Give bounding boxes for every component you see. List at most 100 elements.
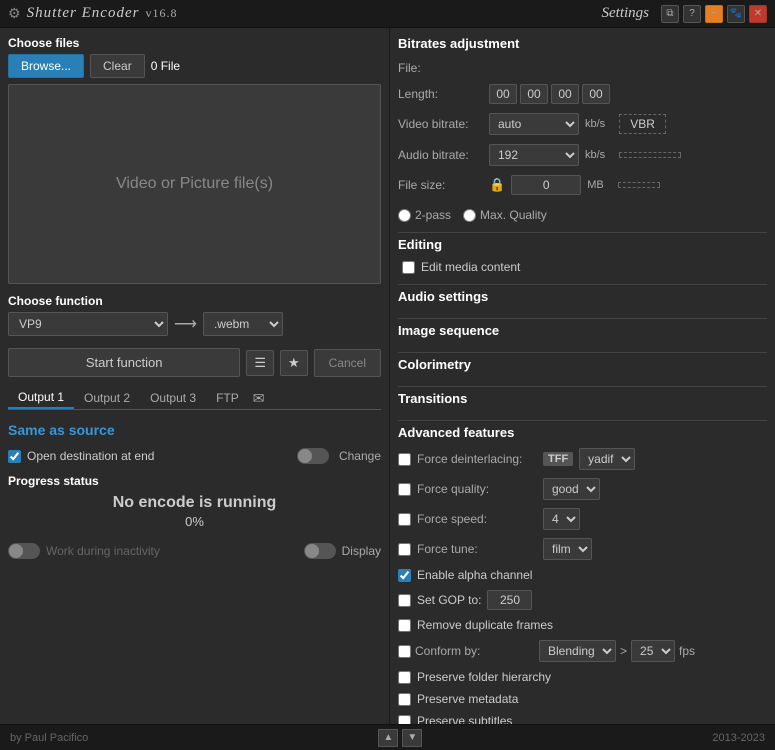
- remove-dup-label: Remove duplicate frames: [417, 618, 553, 632]
- force-deint-checkbox[interactable]: [398, 453, 411, 466]
- gop-input[interactable]: [487, 590, 532, 610]
- preview-area: Video or Picture file(s): [8, 84, 381, 284]
- display-toggle[interactable]: [304, 543, 336, 559]
- window-help-btn[interactable]: ?: [683, 5, 701, 23]
- video-bitrate-select[interactable]: auto: [489, 113, 579, 135]
- tune-select[interactable]: film: [543, 538, 592, 560]
- preserve-folder-checkbox[interactable]: [398, 671, 411, 684]
- file-size-row: File size: 🔒 MB: [398, 175, 767, 195]
- app-version: v16.8: [145, 6, 177, 21]
- choose-function-title: Choose function: [8, 294, 381, 308]
- work-toggle[interactable]: [8, 543, 40, 559]
- force-tune-row: Force tune: film: [398, 538, 767, 560]
- file-row: File:: [398, 61, 767, 75]
- window-close-btn[interactable]: ✕: [749, 5, 767, 23]
- arrow-icon: ⟶: [174, 314, 197, 334]
- yadif-select[interactable]: yadif: [579, 448, 635, 470]
- quality-select[interactable]: good: [543, 478, 600, 500]
- window-icon-btn[interactable]: 🐾: [727, 5, 745, 23]
- audio-bitrate-unit: kb/s: [585, 149, 605, 161]
- star-icon-button[interactable]: ★: [280, 350, 308, 376]
- enable-alpha-checkbox[interactable]: [398, 569, 411, 582]
- change-toggle[interactable]: [297, 448, 329, 464]
- edit-media-label: Edit media content: [421, 260, 520, 274]
- browse-button[interactable]: Browse...: [8, 54, 84, 78]
- preserve-folder-label: Preserve folder hierarchy: [417, 670, 551, 684]
- preserve-sub-checkbox[interactable]: [398, 715, 411, 725]
- menu-icon-button[interactable]: ☰: [246, 350, 274, 376]
- bitrates-title: Bitrates adjustment: [398, 36, 767, 51]
- max-quality-radio[interactable]: [463, 209, 476, 222]
- open-destination-checkbox[interactable]: [8, 450, 21, 463]
- force-speed-label: Force speed:: [417, 512, 537, 526]
- force-speed-checkbox[interactable]: [398, 513, 411, 526]
- clear-button[interactable]: Clear: [90, 54, 145, 78]
- two-pass-label[interactable]: 2-pass: [398, 208, 451, 222]
- set-gop-row: Set GOP to:: [398, 590, 767, 610]
- remove-dup-row: Remove duplicate frames: [398, 618, 767, 632]
- years-label: 2013-2023: [712, 732, 765, 744]
- force-tune-checkbox[interactable]: [398, 543, 411, 556]
- tab-output2[interactable]: Output 2: [74, 388, 140, 408]
- work-label: Work during inactivity: [46, 544, 160, 558]
- file-size-unit: MB: [587, 179, 604, 191]
- same-as-source[interactable]: Same as source: [8, 422, 381, 438]
- file-size-input[interactable]: [511, 175, 581, 195]
- set-gop-label: Set GOP to:: [417, 593, 481, 607]
- start-function-button[interactable]: Start function: [8, 348, 240, 377]
- nav-down-btn[interactable]: ▼: [402, 729, 422, 747]
- preserve-sub-row: Preserve subtitles: [398, 714, 767, 724]
- nav-up-btn[interactable]: ▲: [378, 729, 398, 747]
- preserve-meta-row: Preserve metadata: [398, 692, 767, 706]
- fps-select[interactable]: 25: [631, 640, 675, 662]
- lock-icon[interactable]: 🔒: [489, 177, 505, 193]
- function-select[interactable]: VP9: [8, 312, 168, 336]
- change-label: Change: [339, 449, 381, 463]
- audio-settings-title: Audio settings: [398, 284, 767, 304]
- tab-output3[interactable]: Output 3: [140, 388, 206, 408]
- two-pass-radio[interactable]: [398, 209, 411, 222]
- colorimetry-title: Colorimetry: [398, 352, 767, 372]
- length-label: Length:: [398, 87, 483, 101]
- cancel-button[interactable]: Cancel: [314, 349, 381, 377]
- file-label: File:: [398, 61, 483, 75]
- conform-label: Conform by:: [415, 644, 535, 658]
- no-encode-text: No encode is running: [8, 494, 381, 512]
- choose-files-title: Choose files: [8, 36, 381, 50]
- video-bitrate-unit: kb/s: [585, 118, 605, 130]
- preserve-meta-checkbox[interactable]: [398, 693, 411, 706]
- choose-files-section: Choose files Browse... Clear 0 File: [8, 36, 381, 78]
- audio-bitrate-select[interactable]: 192: [489, 144, 579, 166]
- email-icon[interactable]: ✉: [253, 390, 265, 407]
- settings-label: Settings: [602, 5, 650, 22]
- edit-media-checkbox[interactable]: [402, 261, 415, 274]
- advanced-title: Advanced features: [398, 420, 767, 440]
- tab-ftp[interactable]: FTP: [206, 388, 249, 408]
- force-deint-label: Force deinterlacing:: [417, 452, 537, 466]
- force-speed-row: Force speed: 4: [398, 508, 767, 530]
- blending-select[interactable]: Blending: [539, 640, 616, 662]
- force-quality-checkbox[interactable]: [398, 483, 411, 496]
- work-display-row: Work during inactivity Display: [8, 543, 381, 559]
- open-destination-label: Open destination at end: [27, 449, 154, 463]
- max-quality-label[interactable]: Max. Quality: [463, 208, 547, 222]
- time-sec[interactable]: [551, 84, 579, 104]
- vbr-label: VBR: [630, 117, 655, 131]
- time-hour[interactable]: [489, 84, 517, 104]
- time-min[interactable]: [520, 84, 548, 104]
- force-quality-label: Force quality:: [417, 482, 537, 496]
- speed-select[interactable]: 4: [543, 508, 580, 530]
- enable-alpha-row: Enable alpha channel: [398, 568, 767, 582]
- window-copy-btn[interactable]: ⧉: [661, 5, 679, 23]
- output-format-select[interactable]: .webm: [203, 312, 283, 336]
- window-minimize-btn[interactable]: −: [705, 5, 723, 23]
- file-count: 0 File: [151, 59, 180, 73]
- time-ms[interactable]: [582, 84, 610, 104]
- remove-dup-checkbox[interactable]: [398, 619, 411, 632]
- choose-function-section: Choose function VP9 ⟶ .webm: [8, 294, 381, 336]
- output-tabs: Output 1 Output 2 Output 3 FTP ✉: [8, 387, 381, 410]
- set-gop-checkbox[interactable]: [398, 594, 411, 607]
- tab-output1[interactable]: Output 1: [8, 387, 74, 409]
- gear-icon: ⚙: [8, 5, 21, 22]
- conform-checkbox[interactable]: [398, 645, 411, 658]
